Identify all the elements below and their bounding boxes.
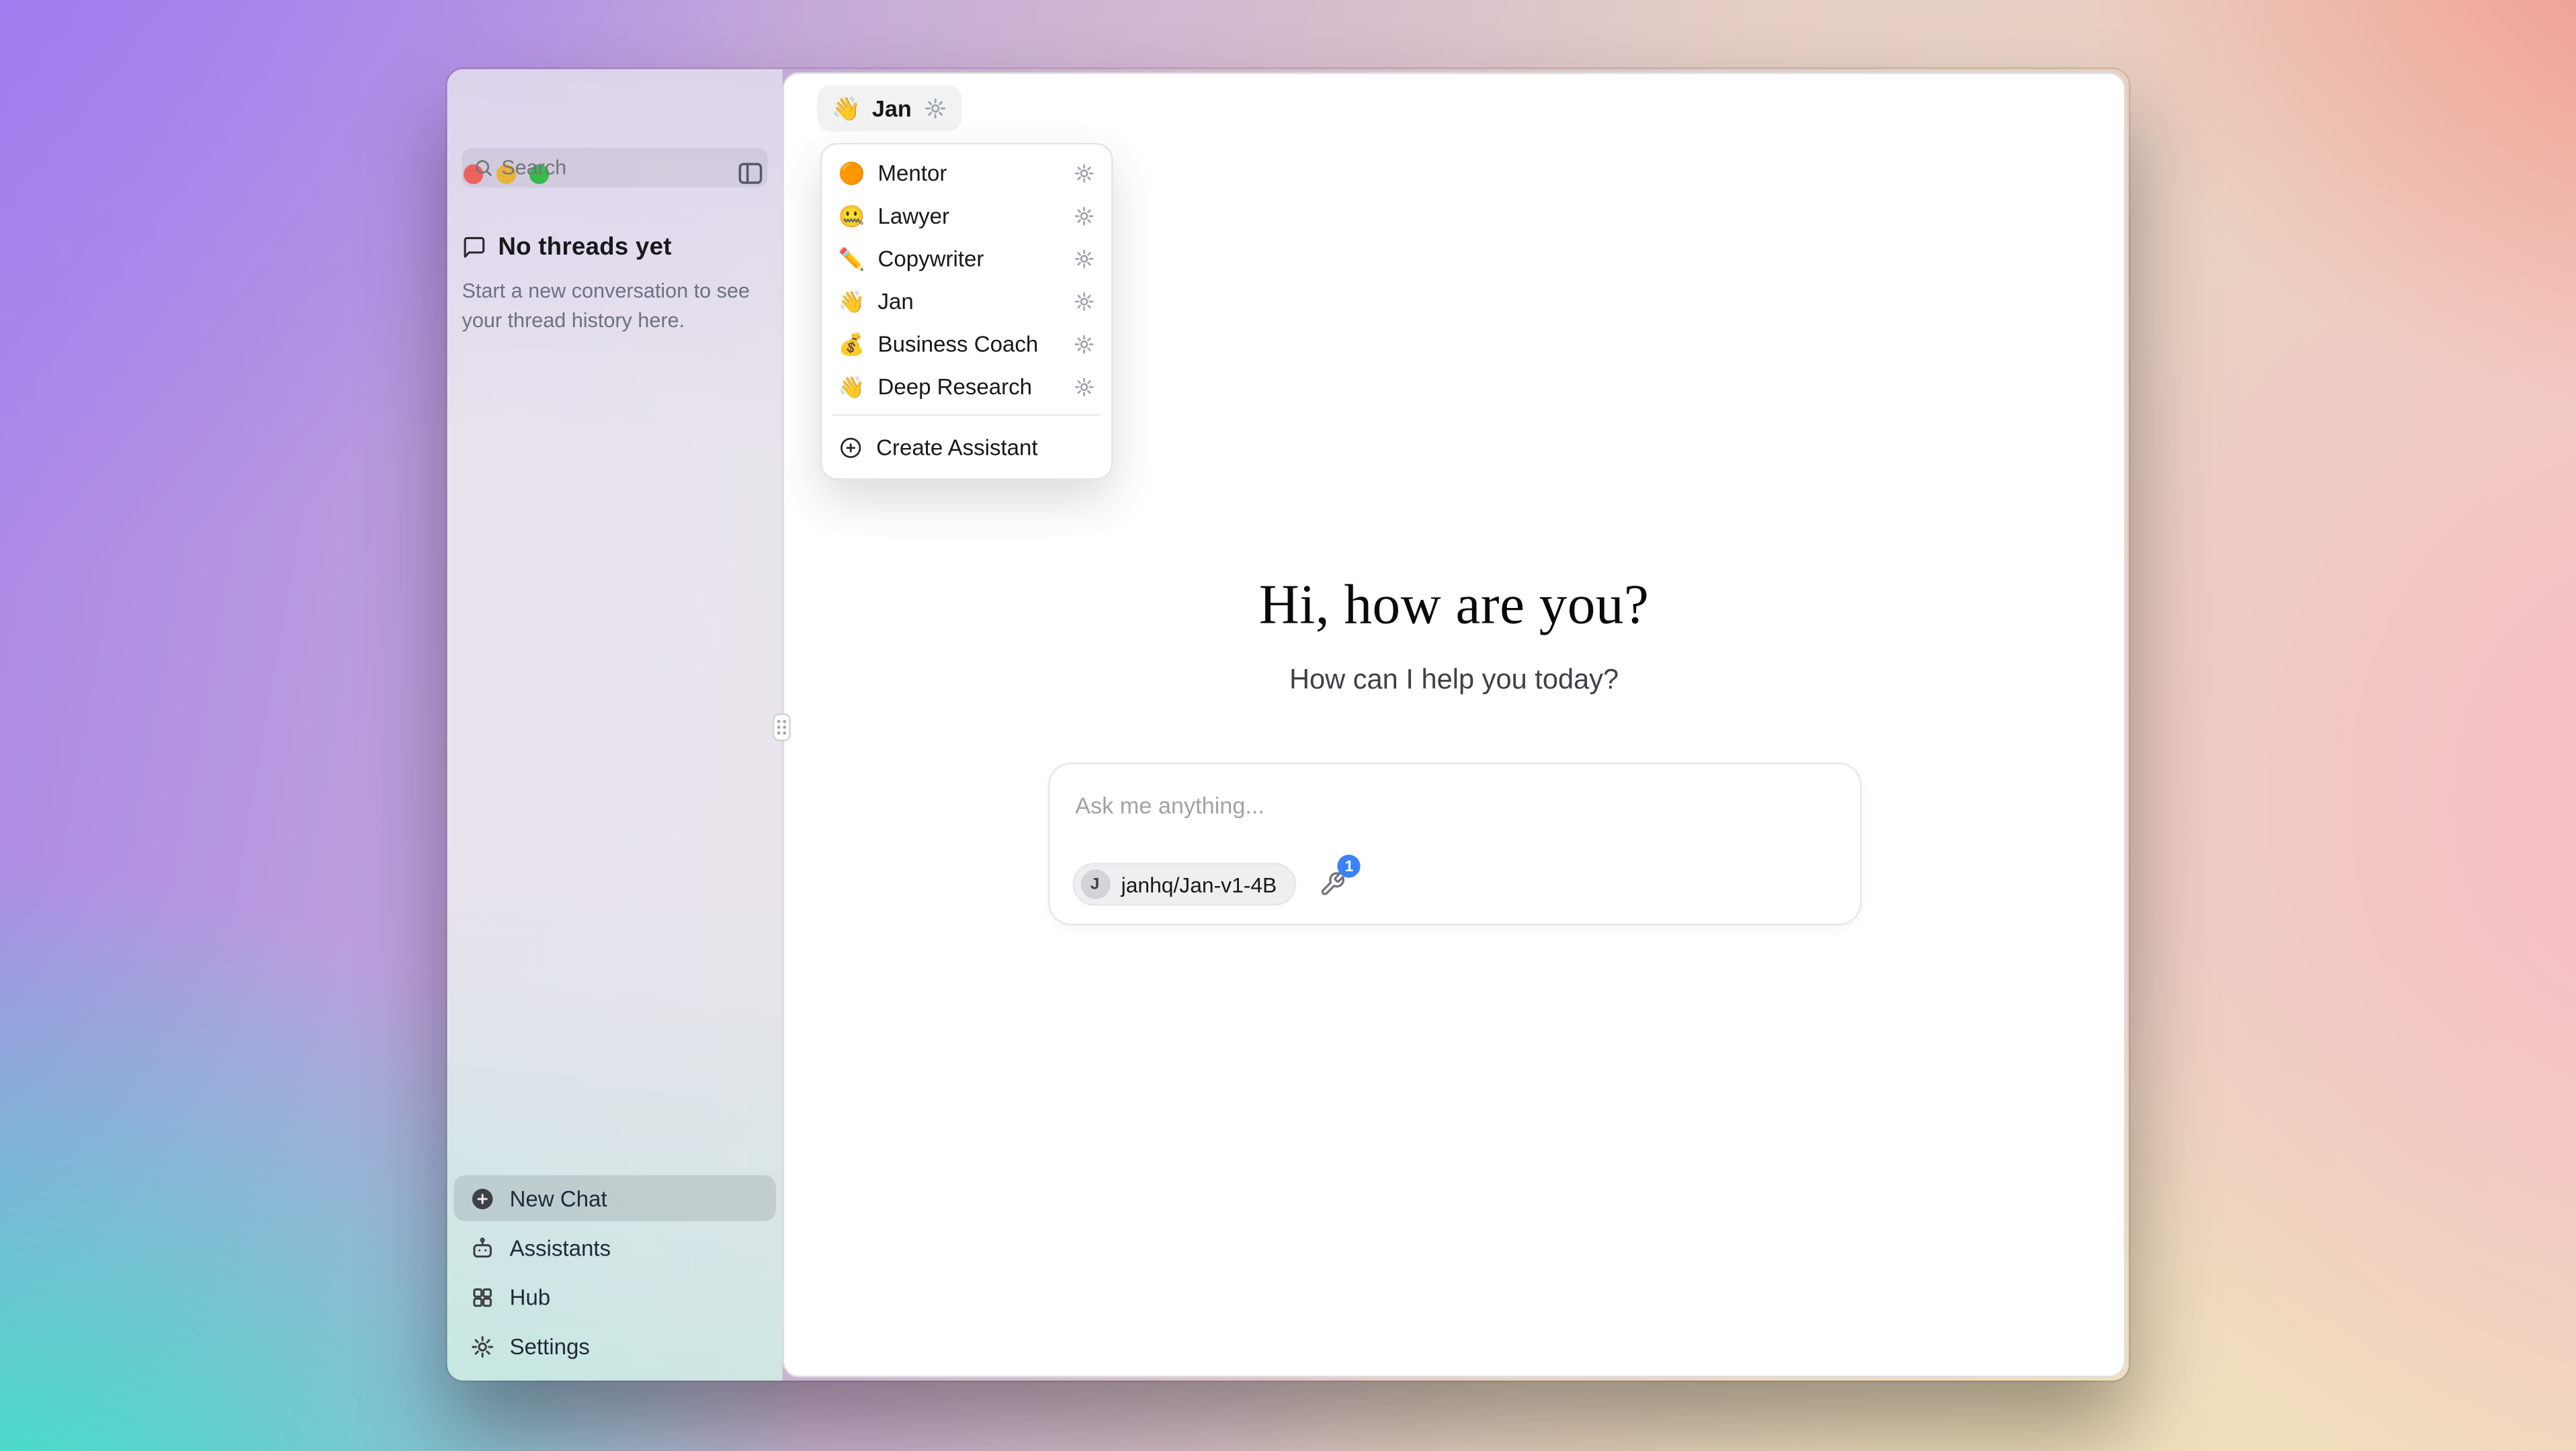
welcome-block: Hi, how are you? How can I help you toda… (784, 575, 2124, 697)
gear-icon (470, 1333, 495, 1358)
nav-label: Settings (509, 1333, 589, 1358)
sidebar-item-settings[interactable]: Settings (454, 1323, 776, 1370)
assistant-switcher[interactable]: 👋 Jan (817, 85, 961, 132)
menu-divider (832, 414, 1101, 416)
message-square-icon (462, 235, 487, 260)
sidebar-resize-handle[interactable] (773, 713, 791, 742)
assistant-menu-item-mentor[interactable]: 🟠 Mentor (828, 151, 1105, 194)
assistant-settings-icon[interactable] (1074, 290, 1095, 312)
assistant-menu-item-copywriter[interactable]: ✏️ Copywriter (828, 236, 1105, 279)
assistant-emoji: 💰 (839, 333, 865, 354)
assistant-settings-icon[interactable] (1074, 205, 1095, 226)
composer-toolbar: J janhq/Jan-v1-4B 1 (1072, 863, 1346, 906)
empty-state-description: Start a new conversation to see your thr… (462, 276, 761, 336)
model-selector[interactable]: J janhq/Jan-v1-4B (1072, 863, 1296, 906)
grip-dots-icon (776, 718, 787, 736)
assistant-emoji: 👋 (839, 376, 865, 397)
search-icon (474, 158, 493, 177)
nav-label: Hub (509, 1284, 550, 1309)
gear-icon[interactable] (923, 97, 946, 120)
search-box[interactable] (462, 148, 768, 187)
model-name: janhq/Jan-v1-4B (1121, 872, 1277, 897)
assistant-menu-item-business-coach[interactable]: 💰 Business Coach (828, 322, 1105, 365)
desktop-gradient: No threads yet Start a new conversation … (0, 0, 2576, 1451)
hub-grid-icon (470, 1284, 495, 1309)
chat-input[interactable] (1075, 792, 1833, 818)
threads-empty-state: No threads yet Start a new conversation … (462, 233, 761, 335)
welcome-subtitle: How can I help you today? (784, 664, 2124, 697)
assistant-emoji: ✏️ (839, 247, 865, 269)
assistant-emoji: 👋 (839, 290, 865, 312)
assistant-bot-icon (470, 1235, 495, 1260)
assistant-emoji: 👋 (832, 97, 861, 120)
welcome-title: Hi, how are you? (784, 575, 2124, 637)
assistant-settings-icon[interactable] (1074, 376, 1095, 397)
assistant-menu-item-jan[interactable]: 👋 Jan (828, 279, 1105, 322)
assistant-emoji: 🟠 (839, 162, 865, 183)
empty-state-title: No threads yet (498, 233, 671, 261)
sidebar-nav: New Chat Assistants Hub (454, 1175, 776, 1369)
tools-count-badge: 1 (1338, 854, 1361, 877)
nav-label: Assistants (509, 1235, 611, 1260)
model-avatar: J (1080, 869, 1109, 899)
assistant-emoji: 🤐 (839, 205, 865, 226)
assistant-menu-item-deep-research[interactable]: 👋 Deep Research (828, 365, 1105, 408)
sidebar: No threads yet Start a new conversation … (447, 69, 783, 1380)
nav-label: New Chat (509, 1186, 607, 1211)
create-assistant-button[interactable]: Create Assistant (828, 423, 1105, 472)
sidebar-item-hub[interactable]: Hub (454, 1274, 776, 1320)
search-input[interactable] (501, 156, 756, 179)
sidebar-item-new-chat[interactable]: New Chat (454, 1175, 776, 1221)
plus-circle-icon (470, 1186, 495, 1211)
chat-composer: J janhq/Jan-v1-4B 1 (1047, 762, 1861, 925)
app-window: No threads yet Start a new conversation … (447, 69, 2129, 1380)
plus-circle-outline-icon (839, 435, 863, 459)
sidebar-item-assistants[interactable]: Assistants (454, 1225, 776, 1271)
desktop-background: No threads yet Start a new conversation … (0, 0, 2576, 1451)
assistant-menu: 🟠 Mentor 🤐 Lawyer ✏️ (820, 143, 1113, 480)
tools-button[interactable]: 1 (1320, 871, 1346, 897)
assistant-settings-icon[interactable] (1074, 247, 1095, 269)
assistant-settings-icon[interactable] (1074, 333, 1095, 354)
assistant-settings-icon[interactable] (1074, 162, 1095, 183)
assistant-menu-item-lawyer[interactable]: 🤐 Lawyer (828, 194, 1105, 237)
chat-panel: 👋 Jan 🟠 Mentor (783, 73, 2126, 1378)
assistant-name: Jan (872, 95, 912, 122)
